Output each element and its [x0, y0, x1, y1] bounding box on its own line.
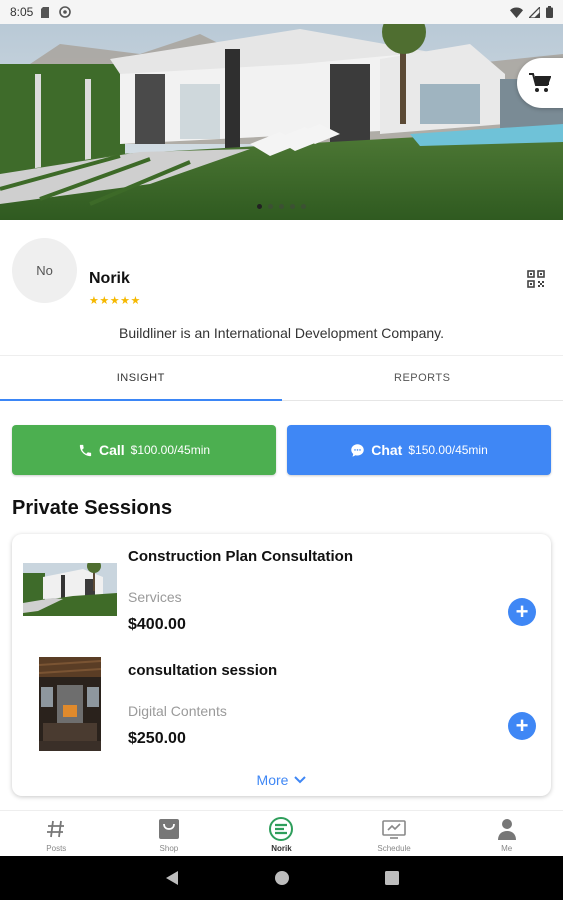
shop-bag-icon — [157, 817, 181, 841]
profile-bio: Buildliner is an International Developme… — [118, 325, 445, 341]
interior-room-thumbnail — [39, 657, 101, 751]
carousel-dot[interactable] — [290, 204, 295, 209]
house-exterior-thumbnail — [23, 563, 117, 616]
carousel-dot[interactable] — [301, 204, 306, 209]
tab-reports[interactable]: REPORTS — [282, 356, 563, 400]
chat-label: Chat — [371, 442, 403, 458]
session-price: $250.00 — [128, 730, 186, 747]
qr-code-icon[interactable] — [527, 270, 545, 288]
section-title: Private Sessions — [12, 497, 173, 519]
bottom-nav: Posts Shop Norik Schedule Me — [0, 810, 563, 856]
carousel-dot[interactable] — [268, 204, 273, 209]
call-label: Call — [98, 442, 125, 458]
nav-norik[interactable]: Norik — [225, 811, 338, 856]
avatar: No — [12, 238, 77, 303]
schedule-icon — [382, 817, 406, 841]
plus-icon: + — [515, 713, 529, 738]
hero-house-image — [0, 24, 563, 220]
sessions-card: Construction Plan Consultation Services … — [12, 534, 551, 796]
hero-carousel[interactable] — [0, 24, 563, 220]
session-title: Construction Plan Consultation — [128, 548, 353, 565]
plus-icon: + — [515, 599, 529, 624]
nav-label: Shop — [159, 844, 179, 853]
hash-icon — [44, 817, 68, 841]
nav-label: Norik — [271, 844, 292, 853]
more-button[interactable]: More — [12, 772, 551, 788]
brand-logo-icon — [269, 817, 294, 841]
app-screen: 8:05 No Norik ★★★★★ Buildliner is an Int… — [0, 0, 563, 900]
call-price: $100.00/45min — [130, 443, 211, 457]
battery-icon — [546, 6, 553, 18]
profile-name: Norik — [89, 270, 130, 287]
tab-insight[interactable]: INSIGHT — [0, 356, 282, 401]
avatar-initials: No — [36, 263, 53, 278]
sync-icon — [59, 6, 72, 18]
nav-label: Me — [501, 844, 513, 853]
recents-icon[interactable] — [384, 871, 399, 885]
nav-me[interactable]: Me — [450, 811, 563, 856]
rating-stars: ★★★★★ — [89, 295, 141, 307]
person-icon — [495, 817, 519, 841]
more-label: More — [256, 772, 289, 788]
session-price: $400.00 — [128, 616, 186, 633]
home-icon[interactable] — [274, 870, 290, 886]
cart-icon — [529, 73, 551, 92]
nav-label: Schedule — [377, 844, 411, 853]
carousel-dot[interactable] — [279, 204, 284, 209]
nav-shop[interactable]: Shop — [113, 811, 226, 856]
nav-posts[interactable]: Posts — [0, 811, 113, 856]
signal-icon — [529, 6, 540, 18]
chevron-down-icon — [294, 776, 307, 784]
session-category: Services — [128, 589, 182, 605]
session-item[interactable]: consultation session Digital Contents $2… — [12, 648, 551, 758]
chat-price: $150.00/45min — [408, 443, 488, 457]
status-time: 8:05 — [10, 5, 34, 19]
session-title: consultation session — [128, 662, 278, 679]
session-category: Digital Contents — [128, 703, 227, 719]
call-button[interactable]: Call $100.00/45min — [12, 425, 276, 475]
tab-bar: INSIGHT REPORTS — [0, 355, 563, 401]
back-icon[interactable] — [165, 870, 179, 886]
wifi-icon — [510, 7, 523, 18]
chat-button[interactable]: Chat $150.00/45min — [287, 425, 551, 475]
system-nav-bar — [0, 856, 563, 900]
chat-bubble-icon — [351, 443, 364, 457]
session-item[interactable]: Construction Plan Consultation Services … — [12, 534, 551, 644]
carousel-indicator — [0, 204, 563, 209]
nav-label: Posts — [46, 844, 67, 853]
phone-icon — [79, 444, 92, 456]
add-session-button[interactable]: + — [508, 598, 536, 626]
sd-card-icon — [41, 6, 50, 18]
nav-schedule[interactable]: Schedule — [338, 811, 451, 856]
cart-button[interactable] — [517, 58, 563, 108]
carousel-dot[interactable] — [257, 204, 262, 209]
status-bar: 8:05 — [0, 0, 563, 24]
add-session-button[interactable]: + — [508, 712, 536, 740]
